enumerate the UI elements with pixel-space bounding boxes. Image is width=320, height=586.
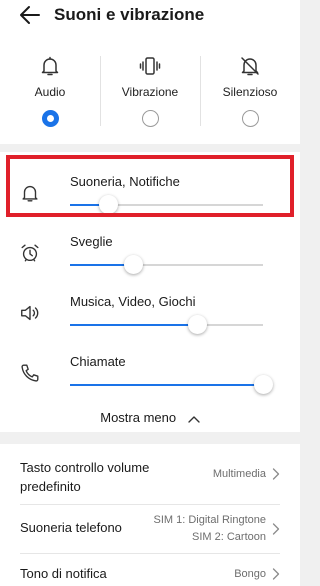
show-less-button[interactable]: Mostra meno: [0, 410, 300, 425]
volume-label: Musica, Video, Giochi: [70, 294, 196, 309]
divider: [20, 553, 280, 554]
volume-panel: Suoneria, Notifiche Sveglie Musica, Vide…: [0, 152, 300, 432]
sound-mode-selector: Audio Vibrazione Silenzioso: [0, 32, 300, 144]
chevron-up-icon: [188, 415, 200, 423]
setting-value-sim2: SIM 2: Cartoon: [192, 531, 266, 543]
bell-icon: [41, 56, 59, 76]
mode-label: Vibrazione: [121, 85, 179, 99]
setting-notification-tone[interactable]: Tono di notifica Bongo: [0, 560, 300, 586]
mode-audio[interactable]: Audio: [0, 32, 100, 144]
mode-radio-audio[interactable]: [42, 110, 59, 127]
setting-label: Tasto controllo volume predefinito: [20, 460, 150, 494]
volume-label: Sveglie: [70, 234, 113, 249]
volume-label: Suoneria, Notifiche: [70, 174, 180, 189]
mode-radio-silent[interactable]: [242, 110, 259, 127]
slider-fill: [70, 384, 263, 386]
slider-thumb[interactable]: [187, 315, 207, 334]
volume-row-media: Musica, Video, Giochi: [0, 286, 300, 346]
chevron-right-icon: [272, 568, 280, 580]
chevron-right-icon: [272, 523, 280, 535]
setting-value: Bongo: [234, 568, 266, 580]
volume-slider-media[interactable]: [70, 315, 263, 334]
volume-label: Chiamate: [70, 354, 126, 369]
mode-silent[interactable]: Silenzioso: [200, 32, 300, 144]
settings-list: Tasto controllo volume predefinito Multi…: [0, 444, 300, 586]
slider-thumb[interactable]: [253, 375, 273, 394]
chevron-right-icon: [272, 468, 280, 480]
speaker-icon: [21, 305, 39, 321]
setting-ringtone[interactable]: Suoneria telefono SIM 1: Digital Rington…: [0, 510, 300, 550]
back-arrow-icon[interactable]: [18, 4, 42, 26]
volume-slider-alarm[interactable]: [70, 255, 263, 274]
setting-label: Tono di notifica: [20, 566, 107, 581]
phone-icon: [21, 364, 39, 382]
mode-radio-vibration[interactable]: [142, 110, 159, 127]
slider-thumb[interactable]: [99, 195, 119, 214]
setting-value-sim1: SIM 1: Digital Ringtone: [153, 514, 267, 526]
setting-volume-key[interactable]: Tasto controllo volume predefinito Multi…: [0, 456, 300, 502]
mode-vibration[interactable]: Vibrazione: [100, 32, 200, 144]
show-less-label: Mostra meno: [100, 410, 177, 425]
mode-label: Silenzioso: [222, 85, 278, 99]
volume-slider-calls[interactable]: [70, 375, 273, 394]
volume-row-alarm: Sveglie: [0, 226, 300, 286]
top-app-bar: Suoni e vibrazione: [0, 0, 300, 32]
bell-icon: [22, 185, 38, 202]
bell-off-icon: [241, 57, 259, 76]
volume-row-calls: Chiamate: [0, 346, 300, 406]
divider: [20, 504, 280, 505]
vibration-icon: [139, 57, 161, 75]
mode-label: Audio: [34, 85, 66, 99]
alarm-clock-icon: [21, 244, 39, 262]
setting-label: Suoneria telefono: [20, 520, 122, 535]
volume-slider-ringtone[interactable]: [70, 195, 263, 214]
page-title: Suoni e vibrazione: [54, 5, 205, 24]
volume-row-ringtone: Suoneria, Notifiche: [0, 166, 300, 226]
slider-fill: [70, 324, 198, 326]
setting-value: Multimedia: [212, 468, 266, 480]
slider-thumb[interactable]: [124, 255, 144, 274]
